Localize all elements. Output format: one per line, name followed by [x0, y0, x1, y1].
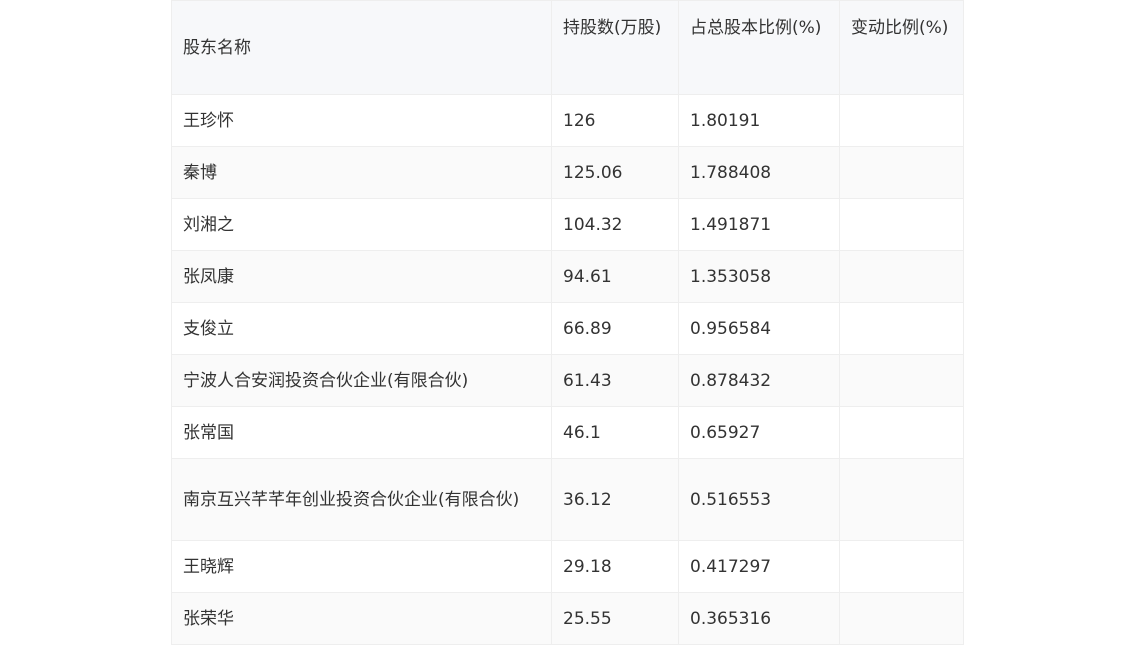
cell-share-ratio: 1.353058: [678, 250, 840, 303]
cell-shareholder-name: 张常国: [171, 406, 552, 459]
cell-change-ratio: [839, 250, 964, 303]
table-row: 张荣华 25.55 0.365316: [171, 592, 964, 645]
table-header-row: 股东名称 持股数(万股) 占总股本比例(%) 变动比例(%): [171, 0, 964, 95]
shareholder-table-container: 股东名称 持股数(万股) 占总股本比例(%) 变动比例(%) 王珍怀 126 1…: [171, 0, 964, 645]
cell-shareholder-name: 张凤康: [171, 250, 552, 303]
cell-share-ratio: 1.788408: [678, 146, 840, 199]
cell-shareholder-name: 王晓辉: [171, 540, 552, 593]
shareholder-table: 股东名称 持股数(万股) 占总股本比例(%) 变动比例(%) 王珍怀 126 1…: [171, 0, 964, 645]
cell-change-ratio: [839, 198, 964, 251]
cell-share-ratio: 0.516553: [678, 458, 840, 541]
cell-shares-held: 66.89: [551, 302, 679, 355]
cell-shareholder-name: 刘湘之: [171, 198, 552, 251]
cell-share-ratio: 0.365316: [678, 592, 840, 645]
cell-shares-held: 126: [551, 94, 679, 147]
table-row: 秦博 125.06 1.788408: [171, 146, 964, 199]
cell-change-ratio: [839, 354, 964, 407]
cell-shareholder-name: 张荣华: [171, 592, 552, 645]
cell-change-ratio: [839, 540, 964, 593]
cell-shareholder-name: 支俊立: [171, 302, 552, 355]
header-shareholder-name: 股东名称: [171, 0, 552, 95]
cell-shares-held: 46.1: [551, 406, 679, 459]
cell-share-ratio: 0.417297: [678, 540, 840, 593]
cell-shares-held: 36.12: [551, 458, 679, 541]
table-row: 支俊立 66.89 0.956584: [171, 302, 964, 355]
table-row: 南京互兴芊芊年创业投资合伙企业(有限合伙) 36.12 0.516553: [171, 458, 964, 541]
table-row: 张常国 46.1 0.65927: [171, 406, 964, 459]
cell-change-ratio: [839, 94, 964, 147]
cell-shares-held: 25.55: [551, 592, 679, 645]
table-row: 宁波人合安润投资合伙企业(有限合伙) 61.43 0.878432: [171, 354, 964, 407]
cell-share-ratio: 0.956584: [678, 302, 840, 355]
cell-change-ratio: [839, 458, 964, 541]
cell-share-ratio: 1.491871: [678, 198, 840, 251]
cell-shares-held: 61.43: [551, 354, 679, 407]
cell-share-ratio: 1.80191: [678, 94, 840, 147]
cell-change-ratio: [839, 592, 964, 645]
cell-share-ratio: 0.65927: [678, 406, 840, 459]
header-shares-held: 持股数(万股): [551, 0, 679, 95]
cell-shareholder-name: 秦博: [171, 146, 552, 199]
cell-shares-held: 104.32: [551, 198, 679, 251]
cell-shares-held: 125.06: [551, 146, 679, 199]
table-row: 王晓辉 29.18 0.417297: [171, 540, 964, 593]
cell-shareholder-name: 南京互兴芊芊年创业投资合伙企业(有限合伙): [171, 458, 552, 541]
cell-shareholder-name: 王珍怀: [171, 94, 552, 147]
table-row: 刘湘之 104.32 1.491871: [171, 198, 964, 251]
table-row: 张凤康 94.61 1.353058: [171, 250, 964, 303]
header-share-ratio: 占总股本比例(%): [678, 0, 840, 95]
cell-change-ratio: [839, 146, 964, 199]
cell-change-ratio: [839, 302, 964, 355]
table-row: 王珍怀 126 1.80191: [171, 94, 964, 147]
cell-share-ratio: 0.878432: [678, 354, 840, 407]
header-change-ratio: 变动比例(%): [839, 0, 964, 95]
cell-shares-held: 94.61: [551, 250, 679, 303]
cell-change-ratio: [839, 406, 964, 459]
cell-shares-held: 29.18: [551, 540, 679, 593]
cell-shareholder-name: 宁波人合安润投资合伙企业(有限合伙): [171, 354, 552, 407]
